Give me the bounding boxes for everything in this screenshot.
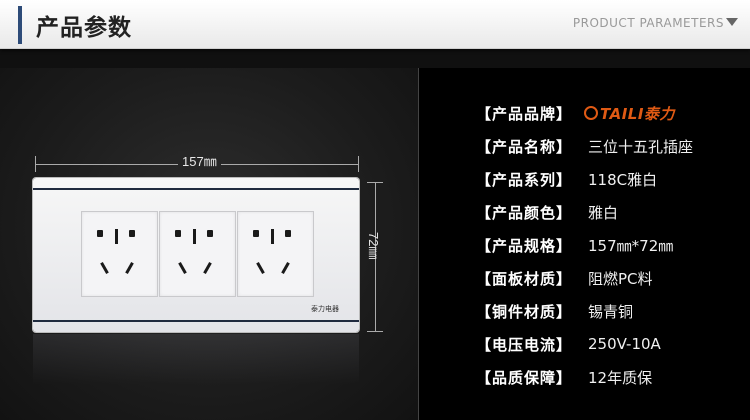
section-subtitle: PRODUCT PARAMETERS [572, 16, 724, 30]
brand-logo-icon [584, 106, 599, 120]
param-label: 【产品品牌】 [476, 104, 573, 123]
socket-module [159, 211, 236, 297]
socket-hole-right [129, 230, 135, 237]
socket-hole-slant-right [203, 262, 212, 274]
param-value: 锡青铜 [588, 302, 634, 321]
param-row-color: 【产品颜色】 雅白 [476, 201, 618, 223]
panel-reflection [33, 334, 359, 384]
param-row-warranty: 【品质保障】 12年质保 [476, 366, 652, 388]
param-value: 250V-10A [588, 335, 661, 353]
socket-hole-slant-left [256, 262, 265, 274]
triangle-down-icon [726, 18, 738, 26]
socket-module [81, 211, 158, 297]
header-accent-bar [18, 6, 22, 44]
param-row-brand: 【产品品牌】 TAILI泰力 [476, 102, 675, 124]
param-value: 阻燃PC料 [588, 269, 653, 288]
param-row-name: 【产品名称】 三位十五孔插座 [476, 135, 693, 157]
param-value: 157㎜*72㎜ [588, 236, 674, 255]
socket-module [237, 211, 314, 297]
param-value: 12年质保 [588, 368, 653, 387]
socket-panel-image: 泰力电器 [33, 178, 359, 332]
param-label: 【电压电流】 [476, 335, 573, 354]
param-row-voltage: 【电压电流】 250V-10A [476, 333, 661, 355]
param-row-panel-material: 【面板材质】 阻燃PC料 [476, 267, 653, 289]
width-dimension-label: 157㎜ [178, 151, 221, 170]
socket-hole-right [207, 230, 213, 237]
param-label: 【产品规格】 [476, 236, 573, 255]
panel-brand-mark: 泰力电器 [311, 305, 339, 313]
socket-hole-left [253, 230, 259, 237]
param-row-series: 【产品系列】 118C雅白 [476, 168, 657, 190]
socket-hole-right [285, 230, 291, 237]
section-header: 产品参数 PRODUCT PARAMETERS [0, 0, 750, 49]
socket-hole-earth [271, 229, 274, 244]
socket-hole-left [175, 230, 181, 237]
param-label: 【产品系列】 [476, 170, 573, 189]
brand-logo: TAILI泰力 [584, 103, 675, 124]
socket-hole-slant-left [178, 262, 187, 274]
panel-trim-top [33, 188, 359, 190]
param-value: 雅白 [588, 203, 619, 222]
section-title: 产品参数 [36, 15, 132, 41]
panel-trim-bottom [33, 320, 359, 322]
param-label: 【面板材质】 [476, 269, 573, 288]
socket-hole-earth [115, 229, 118, 244]
socket-hole-earth [193, 229, 196, 244]
width-dimension-tick-right [358, 156, 359, 172]
param-row-spec: 【产品规格】 157㎜*72㎜ [476, 234, 673, 256]
brand-logo-text: TAILI泰力 [600, 104, 675, 123]
param-value: 118C雅白 [588, 170, 658, 189]
height-dimension-tick-bottom [367, 331, 383, 332]
param-row-copper-material: 【铜件材质】 锡青铜 [476, 300, 633, 322]
param-label: 【产品颜色】 [476, 203, 573, 222]
socket-modules [81, 211, 315, 297]
socket-hole-slant-right [125, 262, 134, 274]
socket-hole-slant-right [281, 262, 290, 274]
socket-hole-slant-left [100, 262, 109, 274]
param-value: 三位十五孔插座 [588, 137, 694, 156]
param-label: 【铜件材质】 [476, 302, 573, 321]
param-label: 【产品名称】 [476, 137, 573, 156]
param-label: 【品质保障】 [476, 368, 573, 387]
socket-hole-left [97, 230, 103, 237]
width-dimension-tick-left [35, 156, 36, 172]
height-dimension-label: 72㎜ [366, 232, 381, 260]
height-dimension-tick-top [367, 182, 383, 183]
